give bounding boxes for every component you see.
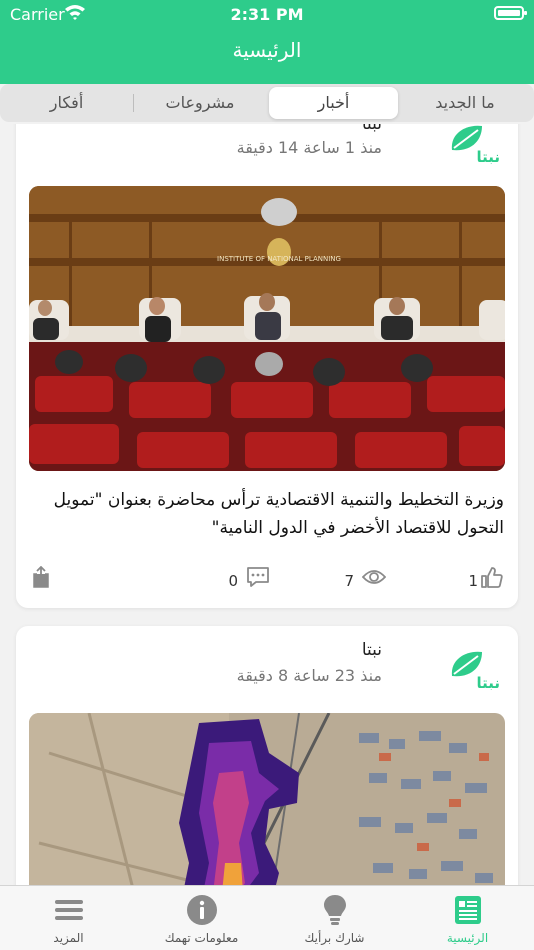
comment-icon bbox=[247, 567, 269, 587]
share-button[interactable] bbox=[30, 564, 60, 594]
like-count: 1 bbox=[468, 572, 478, 590]
post-author: نبتا bbox=[361, 640, 382, 660]
page-title: الرئيسية bbox=[232, 38, 302, 62]
status-bar: Carrier 2:31 PM bbox=[0, 0, 534, 30]
news-feed[interactable]: نبتا منذ 1 ساعة 14 دقيقة نبتا INSTITUTE … bbox=[0, 124, 534, 885]
tab-whats-new[interactable]: ما الجديد bbox=[400, 87, 530, 119]
post-image[interactable]: INSTITUTE OF NATIONAL PLANNING bbox=[29, 186, 505, 471]
tabbar-label: معلومات تهمك bbox=[164, 931, 239, 945]
tabbar-label: شارك برأيك bbox=[304, 931, 365, 945]
lightbulb-icon bbox=[323, 895, 346, 925]
thumbs-up-icon bbox=[481, 567, 503, 588]
eye-icon bbox=[362, 570, 386, 584]
tabbar-info[interactable]: معلومات تهمك bbox=[135, 886, 268, 950]
tabbar-home[interactable]: الرئيسية bbox=[401, 886, 534, 950]
views-indicator: 7 bbox=[338, 564, 398, 594]
post-time: منذ 23 ساعة 8 دقيقة bbox=[236, 666, 382, 685]
post-image[interactable] bbox=[29, 713, 505, 885]
post-title[interactable]: وزيرة التخطيط والتنمية الاقتصادية ترأس م… bbox=[30, 486, 504, 542]
post-card[interactable]: نبتا منذ 1 ساعة 14 دقيقة نبتا INSTITUTE … bbox=[16, 124, 518, 608]
share-icon bbox=[33, 566, 49, 588]
tabbar-more[interactable]: المزيد bbox=[2, 886, 135, 950]
post-time: منذ 1 ساعة 14 دقيقة bbox=[236, 138, 382, 157]
comment-button[interactable]: 0 bbox=[222, 564, 282, 594]
menu-icon bbox=[54, 900, 83, 920]
like-button[interactable]: 1 bbox=[458, 564, 518, 594]
tabbar-label: المزيد bbox=[53, 931, 84, 945]
tab-divider bbox=[133, 94, 134, 112]
view-count: 7 bbox=[344, 572, 354, 590]
tab-news[interactable]: أخبار bbox=[269, 87, 398, 119]
post-actions: 1 7 0 bbox=[16, 564, 518, 594]
info-icon bbox=[186, 895, 217, 925]
tab-ideas[interactable]: أفكار bbox=[4, 87, 129, 119]
category-tabs: ما الجديد أخبار مشروعات أفكار bbox=[0, 84, 534, 124]
publisher-logo: نبتا bbox=[442, 124, 504, 166]
svg-text:INSTITUTE OF NATIONAL PLANNING: INSTITUTE OF NATIONAL PLANNING bbox=[217, 255, 341, 263]
battery-icon bbox=[494, 6, 527, 20]
tabbar-share-opinion[interactable]: شارك برأيك bbox=[268, 886, 401, 950]
comment-count: 0 bbox=[228, 572, 238, 590]
svg-text:نبتا: نبتا bbox=[476, 148, 500, 164]
publisher-logo: نبتا bbox=[442, 646, 504, 692]
post-author: نبتا bbox=[361, 124, 382, 134]
bottom-tab-bar: الرئيسية شارك برأيك معلومات تهمك المزيد bbox=[0, 885, 534, 950]
post-card[interactable]: نبتا منذ 23 ساعة 8 دقيقة نبتا bbox=[16, 626, 518, 885]
svg-text:نبتا: نبتا bbox=[476, 674, 500, 690]
news-icon bbox=[454, 896, 481, 924]
status-time: 2:31 PM bbox=[230, 5, 304, 24]
app-header: Carrier 2:31 PM الرئيسية bbox=[0, 0, 534, 84]
tabbar-label: الرئيسية bbox=[446, 931, 489, 945]
tab-projects[interactable]: مشروعات bbox=[136, 87, 264, 119]
